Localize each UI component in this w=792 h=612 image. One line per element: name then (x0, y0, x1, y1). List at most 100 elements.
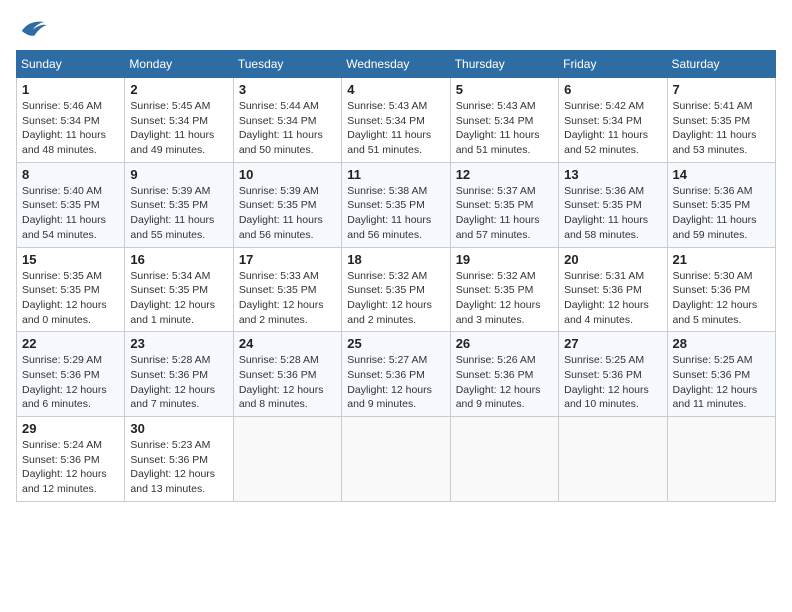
day-info: Sunrise: 5:34 AM Sunset: 5:35 PM Dayligh… (130, 269, 227, 328)
sunset-text: Sunset: 5:35 PM (673, 114, 770, 129)
weekday-header-wednesday: Wednesday (342, 51, 450, 78)
daylight-text: Daylight: 11 hours and 57 minutes. (456, 213, 553, 242)
page-header (16, 16, 776, 40)
day-number: 16 (130, 252, 227, 267)
day-info: Sunrise: 5:28 AM Sunset: 5:36 PM Dayligh… (239, 353, 336, 412)
sunset-text: Sunset: 5:35 PM (673, 198, 770, 213)
sunrise-text: Sunrise: 5:42 AM (564, 99, 661, 114)
calendar-day-15: 15 Sunrise: 5:35 AM Sunset: 5:35 PM Dayl… (17, 247, 125, 332)
sunset-text: Sunset: 5:36 PM (564, 368, 661, 383)
calendar-day-23: 23 Sunrise: 5:28 AM Sunset: 5:36 PM Dayl… (125, 332, 233, 417)
daylight-text: Daylight: 12 hours and 12 minutes. (22, 467, 119, 496)
sunrise-text: Sunrise: 5:26 AM (456, 353, 553, 368)
calendar-day-27: 27 Sunrise: 5:25 AM Sunset: 5:36 PM Dayl… (559, 332, 667, 417)
logo (16, 16, 48, 40)
day-info: Sunrise: 5:41 AM Sunset: 5:35 PM Dayligh… (673, 99, 770, 158)
daylight-text: Daylight: 12 hours and 11 minutes. (673, 383, 770, 412)
daylight-text: Daylight: 11 hours and 56 minutes. (239, 213, 336, 242)
day-info: Sunrise: 5:33 AM Sunset: 5:35 PM Dayligh… (239, 269, 336, 328)
calendar-day-20: 20 Sunrise: 5:31 AM Sunset: 5:36 PM Dayl… (559, 247, 667, 332)
calendar-day-29: 29 Sunrise: 5:24 AM Sunset: 5:36 PM Dayl… (17, 417, 125, 502)
sunrise-text: Sunrise: 5:24 AM (22, 438, 119, 453)
calendar-day-22: 22 Sunrise: 5:29 AM Sunset: 5:36 PM Dayl… (17, 332, 125, 417)
daylight-text: Daylight: 11 hours and 49 minutes. (130, 128, 227, 157)
day-info: Sunrise: 5:30 AM Sunset: 5:36 PM Dayligh… (673, 269, 770, 328)
daylight-text: Daylight: 11 hours and 56 minutes. (347, 213, 444, 242)
day-info: Sunrise: 5:38 AM Sunset: 5:35 PM Dayligh… (347, 184, 444, 243)
sunrise-text: Sunrise: 5:36 AM (564, 184, 661, 199)
day-number: 25 (347, 336, 444, 351)
sunrise-text: Sunrise: 5:43 AM (456, 99, 553, 114)
daylight-text: Daylight: 12 hours and 10 minutes. (564, 383, 661, 412)
sunset-text: Sunset: 5:34 PM (130, 114, 227, 129)
sunrise-text: Sunrise: 5:37 AM (456, 184, 553, 199)
day-info: Sunrise: 5:25 AM Sunset: 5:36 PM Dayligh… (564, 353, 661, 412)
sunset-text: Sunset: 5:34 PM (564, 114, 661, 129)
daylight-text: Daylight: 11 hours and 52 minutes. (564, 128, 661, 157)
sunset-text: Sunset: 5:35 PM (22, 283, 119, 298)
daylight-text: Daylight: 12 hours and 1 minute. (130, 298, 227, 327)
calendar-day-3: 3 Sunrise: 5:44 AM Sunset: 5:34 PM Dayli… (233, 78, 341, 163)
day-number: 1 (22, 82, 119, 97)
weekday-header-tuesday: Tuesday (233, 51, 341, 78)
day-number: 28 (673, 336, 770, 351)
day-number: 22 (22, 336, 119, 351)
day-info: Sunrise: 5:39 AM Sunset: 5:35 PM Dayligh… (130, 184, 227, 243)
daylight-text: Daylight: 12 hours and 9 minutes. (456, 383, 553, 412)
weekday-header-thursday: Thursday (450, 51, 558, 78)
sunrise-text: Sunrise: 5:30 AM (673, 269, 770, 284)
day-number: 20 (564, 252, 661, 267)
sunset-text: Sunset: 5:36 PM (239, 368, 336, 383)
sunset-text: Sunset: 5:34 PM (22, 114, 119, 129)
day-number: 12 (456, 167, 553, 182)
day-number: 26 (456, 336, 553, 351)
day-info: Sunrise: 5:32 AM Sunset: 5:35 PM Dayligh… (456, 269, 553, 328)
sunrise-text: Sunrise: 5:45 AM (130, 99, 227, 114)
sunrise-text: Sunrise: 5:25 AM (564, 353, 661, 368)
day-number: 8 (22, 167, 119, 182)
calendar-day-18: 18 Sunrise: 5:32 AM Sunset: 5:35 PM Dayl… (342, 247, 450, 332)
daylight-text: Daylight: 11 hours and 53 minutes. (673, 128, 770, 157)
sunset-text: Sunset: 5:34 PM (239, 114, 336, 129)
day-number: 9 (130, 167, 227, 182)
day-number: 7 (673, 82, 770, 97)
calendar-day-5: 5 Sunrise: 5:43 AM Sunset: 5:34 PM Dayli… (450, 78, 558, 163)
calendar-day-21: 21 Sunrise: 5:30 AM Sunset: 5:36 PM Dayl… (667, 247, 775, 332)
calendar-day-1: 1 Sunrise: 5:46 AM Sunset: 5:34 PM Dayli… (17, 78, 125, 163)
calendar-week-5: 29 Sunrise: 5:24 AM Sunset: 5:36 PM Dayl… (17, 417, 776, 502)
sunrise-text: Sunrise: 5:23 AM (130, 438, 227, 453)
day-number: 29 (22, 421, 119, 436)
sunrise-text: Sunrise: 5:31 AM (564, 269, 661, 284)
day-info: Sunrise: 5:28 AM Sunset: 5:36 PM Dayligh… (130, 353, 227, 412)
daylight-text: Daylight: 12 hours and 3 minutes. (456, 298, 553, 327)
weekday-header-saturday: Saturday (667, 51, 775, 78)
daylight-text: Daylight: 12 hours and 6 minutes. (22, 383, 119, 412)
calendar-day-6: 6 Sunrise: 5:42 AM Sunset: 5:34 PM Dayli… (559, 78, 667, 163)
day-number: 15 (22, 252, 119, 267)
daylight-text: Daylight: 11 hours and 58 minutes. (564, 213, 661, 242)
day-info: Sunrise: 5:40 AM Sunset: 5:35 PM Dayligh… (22, 184, 119, 243)
day-number: 27 (564, 336, 661, 351)
calendar-day-19: 19 Sunrise: 5:32 AM Sunset: 5:35 PM Dayl… (450, 247, 558, 332)
sunset-text: Sunset: 5:35 PM (239, 283, 336, 298)
sunset-text: Sunset: 5:35 PM (564, 198, 661, 213)
day-number: 14 (673, 167, 770, 182)
sunset-text: Sunset: 5:34 PM (347, 114, 444, 129)
sunset-text: Sunset: 5:35 PM (239, 198, 336, 213)
calendar-day-16: 16 Sunrise: 5:34 AM Sunset: 5:35 PM Dayl… (125, 247, 233, 332)
sunrise-text: Sunrise: 5:33 AM (239, 269, 336, 284)
daylight-text: Daylight: 12 hours and 5 minutes. (673, 298, 770, 327)
day-info: Sunrise: 5:36 AM Sunset: 5:35 PM Dayligh… (564, 184, 661, 243)
daylight-text: Daylight: 11 hours and 59 minutes. (673, 213, 770, 242)
weekday-header-monday: Monday (125, 51, 233, 78)
sunrise-text: Sunrise: 5:39 AM (239, 184, 336, 199)
sunrise-text: Sunrise: 5:35 AM (22, 269, 119, 284)
daylight-text: Daylight: 11 hours and 54 minutes. (22, 213, 119, 242)
daylight-text: Daylight: 12 hours and 7 minutes. (130, 383, 227, 412)
day-number: 30 (130, 421, 227, 436)
calendar-day-25: 25 Sunrise: 5:27 AM Sunset: 5:36 PM Dayl… (342, 332, 450, 417)
day-info: Sunrise: 5:44 AM Sunset: 5:34 PM Dayligh… (239, 99, 336, 158)
sunrise-text: Sunrise: 5:43 AM (347, 99, 444, 114)
day-number: 13 (564, 167, 661, 182)
sunrise-text: Sunrise: 5:28 AM (239, 353, 336, 368)
